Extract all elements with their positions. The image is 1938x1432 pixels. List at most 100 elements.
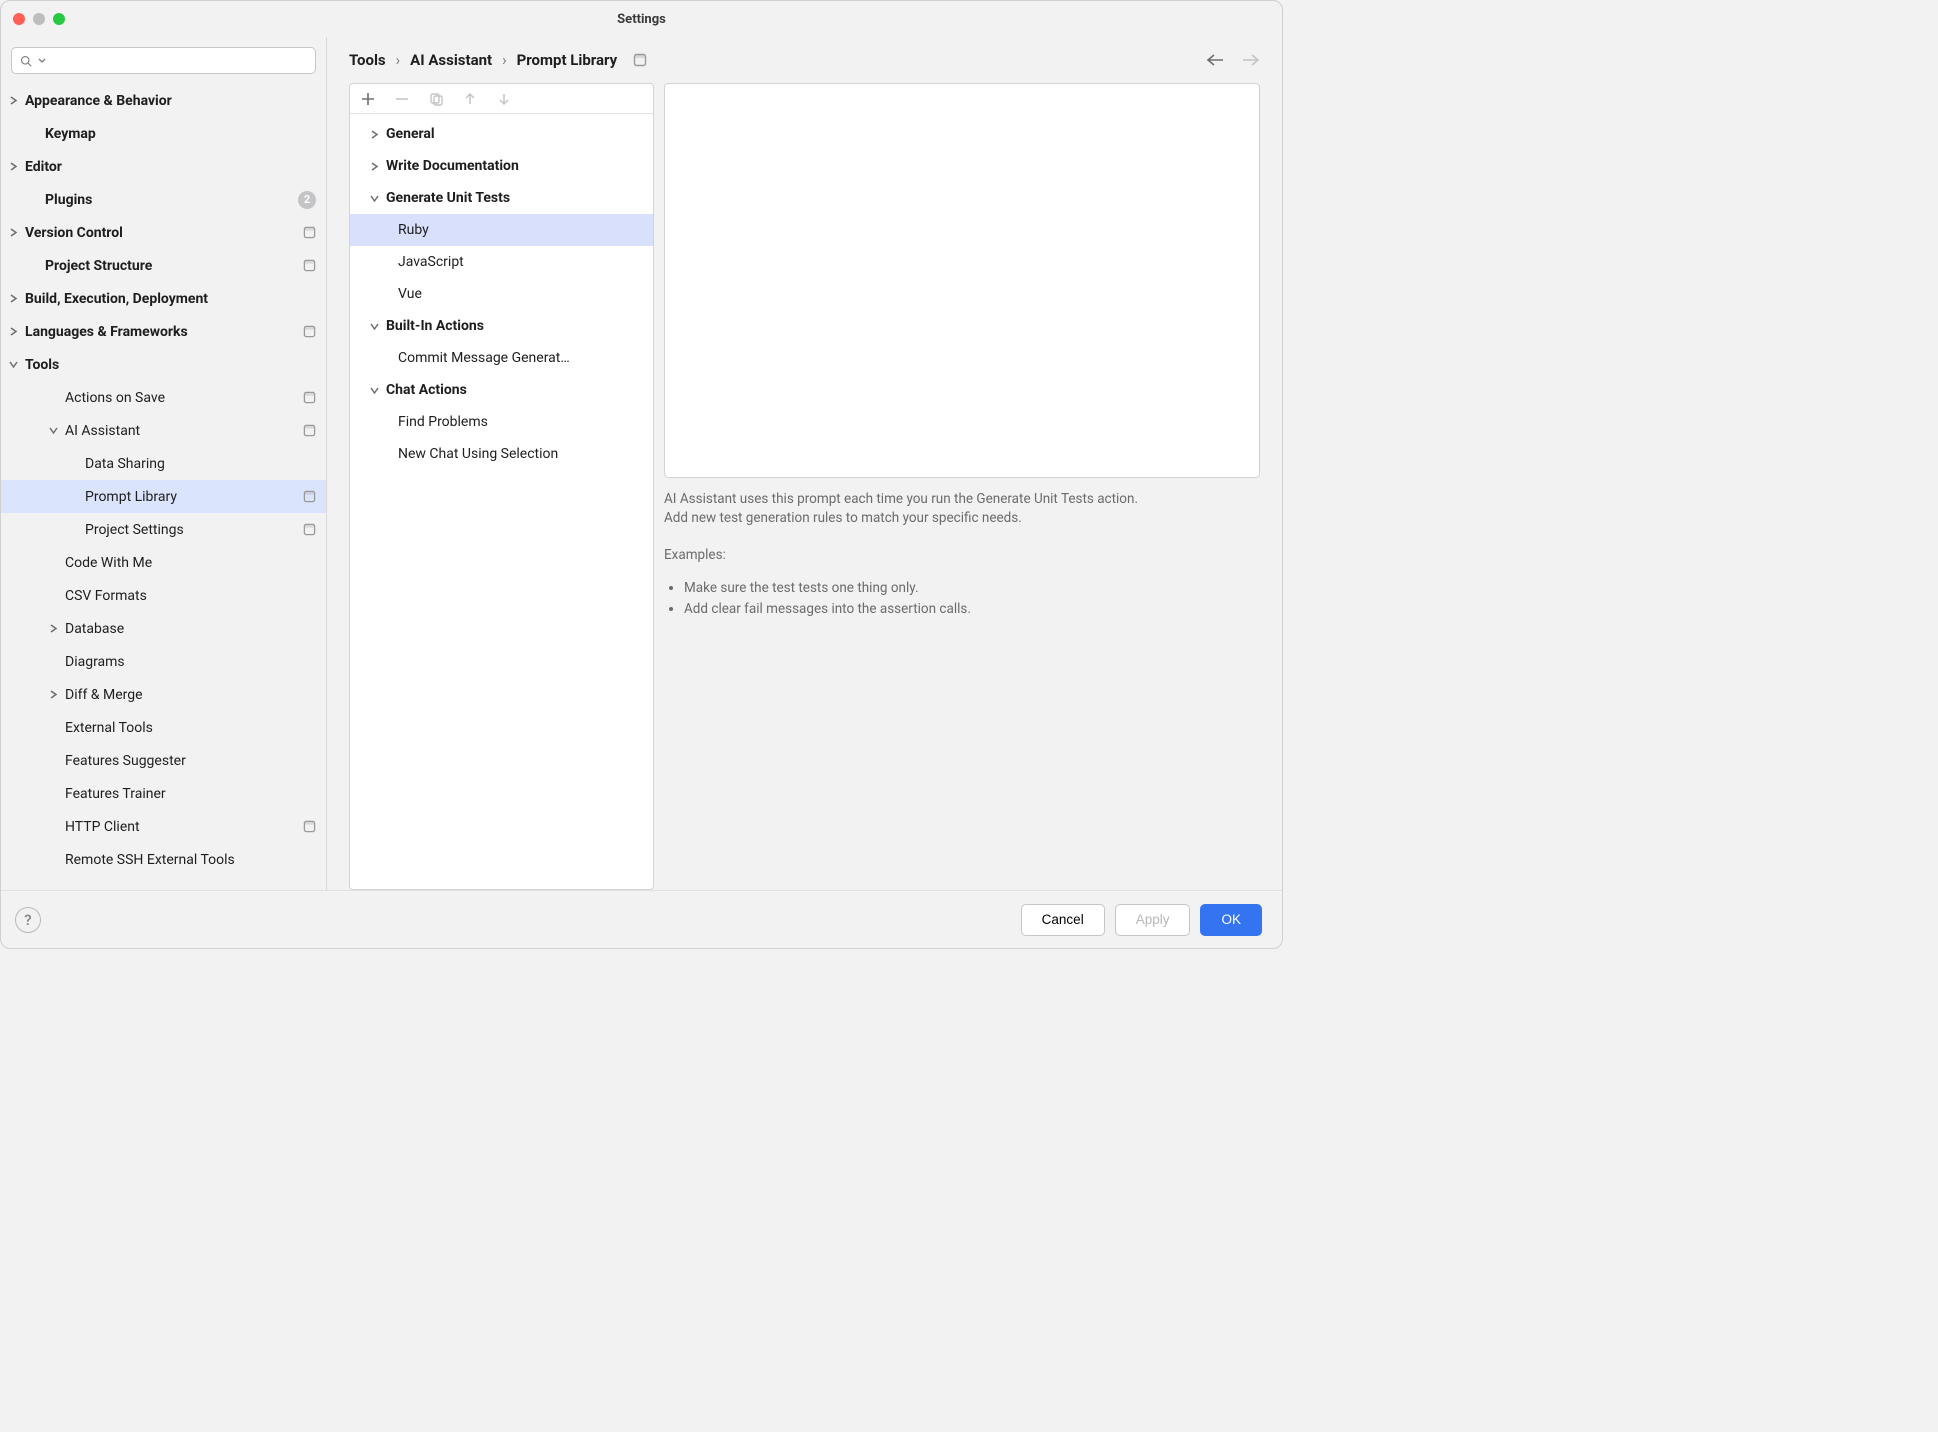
tree-item[interactable]: JavaScript <box>350 246 653 278</box>
sidebar-item[interactable]: Tools <box>1 348 326 381</box>
project-scope-icon <box>303 259 316 272</box>
sidebar-item[interactable]: External Tools <box>1 711 326 744</box>
sidebar-item[interactable]: Plugins 2 <box>1 183 326 216</box>
sidebar-item[interactable]: Build, Execution, Deployment <box>1 282 326 315</box>
prompt-editor[interactable] <box>664 83 1260 478</box>
project-scope-icon <box>633 53 647 67</box>
sidebar-item[interactable]: Editor <box>1 150 326 183</box>
dialog-footer: ? Cancel Apply OK <box>1 890 1282 948</box>
chevron-right-icon <box>41 624 65 633</box>
sidebar-item[interactable]: Code With Me <box>1 546 326 579</box>
sidebar-item[interactable]: Database <box>1 612 326 645</box>
tree-item-label: Generate Unit Tests <box>386 190 518 206</box>
sidebar-item[interactable]: Data Sharing <box>1 447 326 480</box>
arrow-up-icon <box>463 92 477 106</box>
sidebar-item-label: Editor <box>25 159 316 175</box>
count-badge: 2 <box>298 191 316 209</box>
tree-item[interactable]: New Chat Using Selection <box>350 438 653 470</box>
sidebar-item[interactable]: Project Structure <box>1 249 326 282</box>
sidebar-item[interactable]: Version Control <box>1 216 326 249</box>
window-maximize-button[interactable] <box>53 13 65 25</box>
search-field[interactable] <box>52 53 307 68</box>
sidebar-item[interactable]: Remote SSH External Tools <box>1 843 326 876</box>
add-button[interactable] <box>356 87 380 111</box>
sidebar-item-label: Database <box>65 621 316 637</box>
minus-icon <box>395 92 409 106</box>
arrow-down-icon <box>497 92 511 106</box>
remove-button <box>390 87 414 111</box>
project-scope-icon <box>303 424 316 437</box>
copy-icon <box>429 92 443 106</box>
chevron-right-icon <box>1 96 25 105</box>
sidebar-item[interactable]: Appearance & Behavior <box>1 84 326 117</box>
plus-icon <box>361 92 375 106</box>
sidebar-item-label: Tools <box>25 357 316 373</box>
sidebar-item-label: Project Settings <box>85 522 297 538</box>
tree-item[interactable]: Write Documentation <box>350 150 653 182</box>
chevron-right-icon: › <box>502 51 507 69</box>
chevron-down-icon <box>362 386 386 395</box>
tree-item[interactable]: Generate Unit Tests <box>350 182 653 214</box>
sidebar-item[interactable]: CSV Formats <box>1 579 326 612</box>
sidebar-item-label: Languages & Frameworks <box>25 324 297 340</box>
chevron-right-icon <box>362 162 386 171</box>
tree-item-label: Built-In Actions <box>386 318 492 334</box>
sidebar-item-label: Plugins <box>45 192 292 208</box>
chevron-right-icon <box>1 327 25 336</box>
editor-pane: AI Assistant uses this prompt each time … <box>664 83 1260 890</box>
sidebar-item-label: Data Sharing <box>85 456 316 472</box>
project-scope-icon <box>303 820 316 833</box>
prompt-description: AI Assistant uses this prompt each time … <box>664 490 1260 620</box>
forward-button <box>1242 53 1260 67</box>
project-scope-icon <box>303 391 316 404</box>
tree-item[interactable]: Built-In Actions <box>350 310 653 342</box>
window-title: Settings <box>617 12 666 27</box>
tree-item-label: Find Problems <box>398 414 496 430</box>
cancel-button[interactable]: Cancel <box>1021 904 1105 936</box>
tree-item-label: Ruby <box>398 222 437 238</box>
sidebar-item-label: Appearance & Behavior <box>25 93 316 109</box>
sidebar-item-label: Code With Me <box>65 555 316 571</box>
sidebar-item-label: HTTP Client <box>65 819 297 835</box>
tree-item[interactable]: Commit Message Generat… <box>350 342 653 374</box>
sidebar-item[interactable]: Features Suggester <box>1 744 326 777</box>
sidebar-item[interactable]: Features Trainer <box>1 777 326 810</box>
ok-button[interactable]: OK <box>1200 904 1262 936</box>
tree-item[interactable]: Vue <box>350 278 653 310</box>
sidebar-item-label: Project Structure <box>45 258 297 274</box>
window-minimize-button[interactable] <box>33 13 45 25</box>
tree-item-label: Write Documentation <box>386 158 527 174</box>
sidebar-item[interactable]: Diff & Merge <box>1 678 326 711</box>
chevron-right-icon <box>41 690 65 699</box>
sidebar-item-label: Features Suggester <box>65 753 316 769</box>
back-button[interactable] <box>1206 53 1224 67</box>
sidebar-item-label: Diff & Merge <box>65 687 316 703</box>
settings-window: Settings Appearance & Behavior Keymap Edit… <box>0 0 1283 949</box>
tree-item[interactable]: Ruby <box>350 214 653 246</box>
breadcrumb-item[interactable]: AI Assistant <box>410 51 492 69</box>
tree-item[interactable]: Find Problems <box>350 406 653 438</box>
sidebar-item-label: External Tools <box>65 720 316 736</box>
chevron-right-icon <box>1 294 25 303</box>
sidebar-item[interactable]: Diagrams <box>1 645 326 678</box>
sidebar-item[interactable]: AI Assistant <box>1 414 326 447</box>
search-input[interactable] <box>11 47 316 74</box>
chevron-right-icon <box>1 228 25 237</box>
breadcrumb-item[interactable]: Tools <box>349 51 386 69</box>
sidebar-item[interactable]: HTTP Client <box>1 810 326 843</box>
sidebar-item-label: AI Assistant <box>65 423 297 439</box>
sidebar-item[interactable]: Languages & Frameworks <box>1 315 326 348</box>
main-panel: Tools › AI Assistant › Prompt Library <box>327 37 1282 890</box>
window-close-button[interactable] <box>13 13 25 25</box>
tree-item[interactable]: General <box>350 118 653 150</box>
help-button[interactable]: ? <box>15 907 41 933</box>
sidebar-item-label: CSV Formats <box>65 588 316 604</box>
sidebar-item[interactable]: Prompt Library <box>1 480 326 513</box>
tree-item[interactable]: Chat Actions <box>350 374 653 406</box>
sidebar-item[interactable]: Project Settings <box>1 513 326 546</box>
prompt-tree-pane: General Write Documentation Generate Unit … <box>349 83 654 890</box>
sidebar-item-label: Diagrams <box>65 654 316 670</box>
sidebar-item[interactable]: Actions on Save <box>1 381 326 414</box>
tree-item-label: New Chat Using Selection <box>398 446 566 462</box>
sidebar-item[interactable]: Keymap <box>1 117 326 150</box>
